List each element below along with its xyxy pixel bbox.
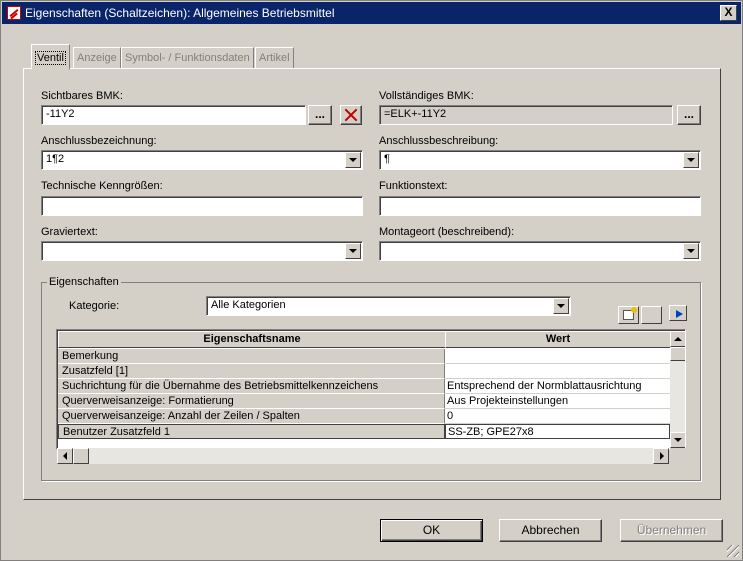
vertical-scrollbar[interactable] [670,331,685,448]
table-row[interactable]: Suchrichtung für die Übernahme des Betri… [58,379,670,394]
property-name-cell: Benutzer Zusatzfeld 1 [58,424,445,439]
play-icon [676,310,683,318]
sichtbares-bmk-label: Sichtbares BMK: [41,90,123,102]
close-button[interactable]: X [720,5,737,21]
tab-artikel[interactable]: Artikel [255,47,294,69]
table-row[interactable]: Querverweisanzeige: Formatierung Aus Pro… [58,394,670,409]
chevron-down-icon[interactable] [345,152,361,168]
vollstaendiges-bmk-label: Vollständiges BMK: [379,90,474,102]
property-name-cell: Zusatzfeld [1] [58,364,445,379]
sichtbares-bmk-browse-button[interactable]: ... [308,105,332,125]
delete-icon [344,108,358,122]
technische-kenngroessen-label: Technische Kenngrößen: [41,180,163,192]
funktionstext-input[interactable] [379,196,701,216]
properties-table: Eigenschaftsname Wert Bemerkung Zusatzfe… [56,329,686,450]
property-value-cell[interactable]: SS-ZB; GPE27x8 [445,424,670,439]
ok-button[interactable]: OK [380,519,483,542]
anschlussbezeichnung-value: 1¶2 [46,153,65,165]
apply-button[interactable]: Übernehmen [620,519,723,542]
cancel-button[interactable]: Abbrechen [499,519,602,542]
property-value-cell[interactable] [445,364,670,379]
table-row[interactable]: Bemerkung [58,349,670,364]
dialog-window: Eigenschaften (Schaltzeichen): Allgemein… [0,0,743,561]
montageort-combo[interactable] [379,241,701,261]
graviertext-label: Graviertext: [41,226,98,238]
vertical-scroll-thumb[interactable] [670,347,685,361]
property-name-cell: Bemerkung [58,349,445,364]
table-row[interactable]: Querverweisanzeige: Anzahl der Zeilen / … [58,409,670,424]
chevron-down-icon[interactable] [345,243,361,259]
tab-ventil-label: Ventil [35,51,66,65]
tab-ventil[interactable]: Ventil [31,44,70,70]
property-name-cell: Suchrichtung für die Übernahme des Betri… [58,379,445,394]
category-select[interactable]: Alle Kategorien [206,296,571,316]
scroll-left-icon[interactable] [57,448,73,464]
property-value-cell[interactable]: 0 [445,409,670,424]
category-label: Kategorie: [69,300,120,312]
technische-kenngroessen-input[interactable] [41,196,363,216]
scroll-up-icon[interactable] [670,331,685,347]
montageort-label: Montageort (beschreibend): [379,226,515,238]
resize-grip-icon[interactable] [727,545,739,557]
delete-icon [645,308,659,322]
table-row[interactable]: Zusatzfeld [1] [58,364,670,379]
column-header-name[interactable]: Eigenschaftsname [58,331,446,348]
scroll-corner [670,448,686,464]
tab-symbol-funktionsdaten[interactable]: Symbol- / Funktionsdaten [121,47,254,69]
anschlussbezeichnung-combo[interactable]: 1¶2 [41,150,363,170]
property-name-cell: Querverweisanzeige: Formatierung [58,394,445,409]
funktionstext-label: Funktionstext: [379,180,448,192]
horizontal-scrollbar[interactable] [57,448,669,464]
vollstaendiges-bmk-field: =ELK+-11Y2 [379,105,673,125]
window-title: Eigenschaften (Schaltzeichen): Allgemein… [25,6,335,20]
delete-property-button[interactable] [641,306,662,324]
anschlussbezeichnung-label: Anschlussbezeichnung: [41,135,157,147]
new-property-button[interactable] [618,306,639,324]
chevron-down-icon[interactable] [683,152,699,168]
sichtbares-bmk-input[interactable]: -11Y2 [41,105,306,125]
properties-group-label: Eigenschaften [47,276,121,288]
property-name-cell: Querverweisanzeige: Anzahl der Zeilen / … [58,409,445,424]
category-value: Alle Kategorien [211,299,286,311]
graviertext-combo[interactable] [41,241,363,261]
horizontal-scroll-thumb[interactable] [73,448,89,464]
chevron-down-icon[interactable] [683,243,699,259]
property-value-cell[interactable] [445,349,670,364]
anschlussbeschreibung-value: ¶ [384,153,390,165]
column-header-value[interactable]: Wert [445,331,671,348]
app-icon [7,6,21,20]
scroll-right-icon[interactable] [653,448,669,464]
new-item-icon [623,307,637,320]
title-bar[interactable]: Eigenschaften (Schaltzeichen): Allgemein… [2,2,741,24]
chevron-down-icon[interactable] [553,298,569,314]
scroll-down-icon[interactable] [670,432,685,448]
property-value-cell[interactable]: Aus Projekteinstellungen [445,394,670,409]
property-value-cell[interactable]: Entsprechend der Normblattausrichtung [445,379,670,394]
delete-bmk-button[interactable] [340,105,362,125]
anschlussbeschreibung-combo[interactable]: ¶ [379,150,701,170]
table-row-selected[interactable]: Benutzer Zusatzfeld 1 SS-ZB; GPE27x8 [58,424,670,439]
tab-anzeige[interactable]: Anzeige [73,47,121,69]
expand-button[interactable] [669,305,687,321]
vollstaendiges-bmk-browse-button[interactable]: ... [677,105,701,125]
anschlussbeschreibung-label: Anschlussbeschreibung: [379,135,499,147]
